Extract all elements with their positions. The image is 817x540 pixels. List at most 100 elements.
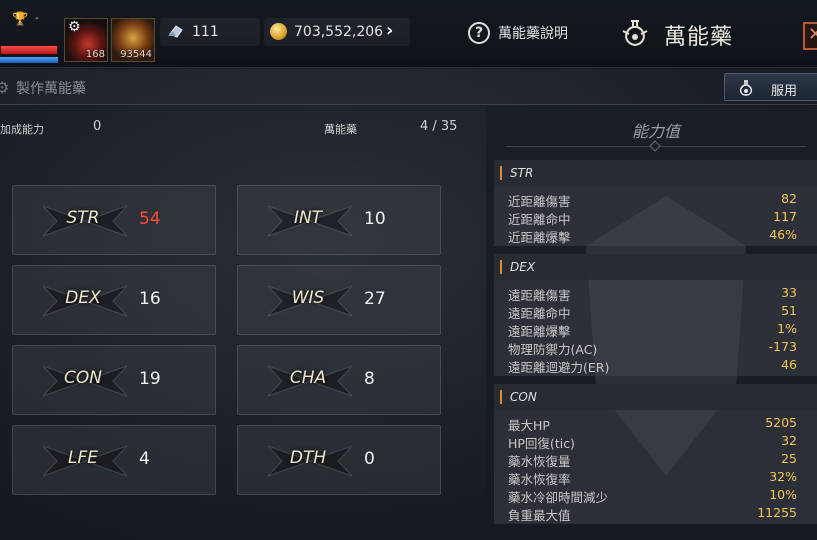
group-marker bbox=[500, 260, 502, 274]
ability-group-str: STR 近距離傷害 82 近距離命中 117 近距離爆擊 46% bbox=[494, 160, 817, 246]
stat-card-str[interactable]: STR 54 bbox=[12, 185, 216, 255]
close-button[interactable]: ✕ bbox=[803, 22, 817, 50]
stat-value: 10 bbox=[364, 209, 386, 229]
stat-name: WIS bbox=[291, 288, 325, 308]
group-body: 遠距離傷害 33 遠距離命中 51 遠距離爆擊 1% 物理防禦力(AC) -17… bbox=[494, 280, 817, 376]
stat-card-con[interactable]: CON 19 bbox=[12, 345, 216, 415]
potion-icon bbox=[739, 80, 753, 96]
group-name: DEX bbox=[510, 260, 536, 274]
stat-row-label: 負重最大值 bbox=[508, 508, 571, 523]
stat-value: 54 bbox=[139, 209, 161, 229]
stat-value: 8 bbox=[364, 369, 375, 389]
divider-ornament bbox=[649, 140, 661, 152]
gear-icon[interactable]: ⚙ bbox=[68, 19, 81, 35]
elixir-icon bbox=[622, 20, 648, 47]
item-slot[interactable]: 93544 bbox=[111, 18, 155, 62]
gold-amount: 703,552,206 bbox=[294, 24, 384, 40]
group-header: DEX bbox=[494, 254, 817, 280]
gold-coin-icon bbox=[270, 23, 287, 40]
stat-row-value: 82 bbox=[781, 191, 797, 206]
stat-value: 0 bbox=[364, 449, 375, 469]
chevron-right-icon[interactable]: › bbox=[386, 20, 393, 41]
item-count: 93544 bbox=[120, 49, 152, 60]
stat-row-value: 1% bbox=[777, 321, 797, 336]
stat-row: 近距離爆擊 46% bbox=[494, 226, 817, 245]
stat-row-value: 46% bbox=[769, 227, 797, 242]
group-marker bbox=[500, 390, 502, 404]
potion-slot[interactable]: ⚙ 168 bbox=[64, 18, 108, 62]
stat-row: 負重最大值 11255 bbox=[494, 504, 817, 523]
group-header: CON bbox=[494, 384, 817, 410]
stat-row-value: 10% bbox=[769, 487, 797, 502]
stat-row-value: 25 bbox=[781, 451, 797, 466]
stat-row: 近距離命中 117 bbox=[494, 208, 817, 227]
help-button[interactable]: ? 萬能藥說明 bbox=[468, 20, 568, 46]
group-name: CON bbox=[510, 390, 537, 404]
stat-row: 藥水恢復量 25 bbox=[494, 450, 817, 469]
top-bar: 🏆 - ⚙ 168 93544 111 703,552,206 › ? 萬能藥說… bbox=[0, 0, 817, 68]
close-icon: ✕ bbox=[808, 24, 817, 45]
stat-value: 16 bbox=[139, 289, 161, 309]
stat-row: HP回復(tic) 32 bbox=[494, 432, 817, 451]
group-name: STR bbox=[510, 166, 534, 180]
bonus-label: 加成能力 bbox=[0, 123, 44, 136]
crystal-icon bbox=[168, 25, 183, 38]
group-marker bbox=[500, 166, 502, 180]
elixir-count-value: 4 / 35 bbox=[420, 119, 458, 134]
mp-bar bbox=[0, 57, 58, 63]
stat-row: 物理防禦力(AC) -173 bbox=[494, 338, 817, 357]
stat-row-value: 33 bbox=[781, 285, 797, 300]
trophy-icon[interactable]: 🏆 bbox=[12, 12, 28, 27]
crystal-currency: 111 bbox=[160, 18, 260, 46]
ability-panel: 能力值 STR 近距離傷害 82 近距離命中 117 近距離爆擊 46% DEX… bbox=[486, 106, 817, 540]
question-icon: ? bbox=[468, 22, 490, 44]
stat-row-label: 遠距離迴避力(ER) bbox=[508, 360, 610, 375]
ability-group-dex: DEX 遠距離傷害 33 遠距離命中 51 遠距離爆擊 1% 物理防禦力(AC)… bbox=[494, 254, 817, 376]
group-body: 最大HP 5205 HP回復(tic) 32 藥水恢復量 25 藥水恢復率 32… bbox=[494, 410, 817, 524]
stat-row-value: 11255 bbox=[757, 505, 797, 520]
stat-card-dth[interactable]: DTH 0 bbox=[237, 425, 441, 495]
section-title: 製作萬能藥 bbox=[16, 81, 86, 97]
stat-row-value: 32 bbox=[781, 433, 797, 448]
stat-row: 藥水恢復率 32% bbox=[494, 468, 817, 487]
use-button-label: 服用 bbox=[771, 84, 798, 99]
potion-count: 168 bbox=[85, 49, 105, 60]
ability-group-con: CON 最大HP 5205 HP回復(tic) 32 藥水恢復量 25 藥水恢復… bbox=[494, 384, 817, 524]
gear-icon: ⚙ bbox=[0, 78, 10, 97]
hp-bar bbox=[0, 45, 58, 55]
group-header: STR bbox=[494, 160, 817, 186]
help-label: 萬能藥說明 bbox=[498, 26, 568, 42]
stat-row: 近距離傷害 82 bbox=[494, 190, 817, 209]
use-button[interactable]: 服用 bbox=[724, 73, 817, 101]
crystal-amount: 111 bbox=[192, 24, 219, 40]
stat-name: INT bbox=[293, 208, 323, 228]
stat-name: LFE bbox=[68, 448, 98, 468]
stat-card-dex[interactable]: DEX 16 bbox=[12, 265, 216, 335]
stat-row: 遠距離傷害 33 bbox=[494, 284, 817, 303]
stat-row-value: 117 bbox=[773, 209, 797, 224]
stat-value: 4 bbox=[139, 449, 150, 469]
bonus-value: 0 bbox=[93, 119, 102, 134]
stat-name: STR bbox=[66, 208, 100, 228]
stat-card-int[interactable]: INT 10 bbox=[237, 185, 441, 255]
group-body: 近距離傷害 82 近距離命中 117 近距離爆擊 46% bbox=[494, 186, 817, 246]
stat-row-value: 32% bbox=[769, 469, 797, 484]
stat-card-lfe[interactable]: LFE 4 bbox=[12, 425, 216, 495]
stat-name: DEX bbox=[65, 288, 101, 308]
stat-row: 遠距離迴避力(ER) 46 bbox=[494, 356, 817, 375]
stat-row: 藥水冷卻時間減少 10% bbox=[494, 486, 817, 505]
stat-row-label: 近距離爆擊 bbox=[508, 230, 571, 245]
stat-card-cha[interactable]: CHA 8 bbox=[237, 345, 441, 415]
stat-row-value: -173 bbox=[768, 339, 797, 354]
stat-value: 19 bbox=[139, 369, 161, 389]
stat-row: 最大HP 5205 bbox=[494, 414, 817, 433]
stat-card-wis[interactable]: WIS 27 bbox=[237, 265, 441, 335]
stat-name: DTH bbox=[289, 448, 327, 468]
stat-row-value: 5205 bbox=[765, 415, 797, 430]
page-title: 萬能藥 bbox=[664, 25, 734, 50]
stat-row-value: 46 bbox=[781, 357, 797, 372]
section-header: ⚙ 製作萬能藥 bbox=[0, 69, 817, 105]
stat-row: 遠距離爆擊 1% bbox=[494, 320, 817, 339]
panel-title: 能力值 bbox=[631, 122, 680, 141]
rank-marker: - bbox=[35, 13, 39, 24]
